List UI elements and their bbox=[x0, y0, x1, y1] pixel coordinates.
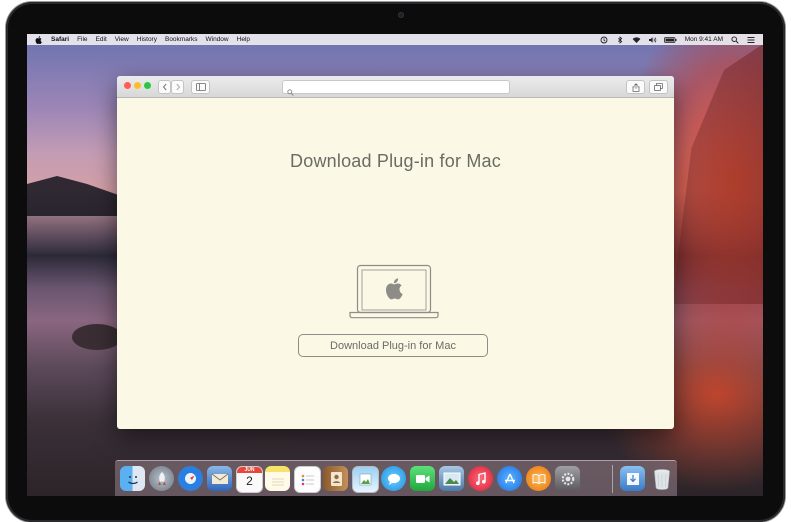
menu-bar: Safari File Edit View History Bookmarks … bbox=[27, 34, 763, 45]
itunes-icon[interactable] bbox=[468, 466, 493, 491]
menu-clock[interactable]: Mon 9:41 AM bbox=[685, 36, 723, 43]
volume-icon[interactable] bbox=[648, 36, 656, 44]
notification-center-icon[interactable] bbox=[747, 36, 755, 44]
screen: Safari File Edit View History Bookmarks … bbox=[27, 34, 763, 496]
close-window-button[interactable] bbox=[124, 82, 131, 89]
menu-window[interactable]: Window bbox=[206, 36, 229, 43]
messages-icon[interactable] bbox=[381, 466, 406, 491]
status-menus: Mon 9:41 AM bbox=[600, 35, 755, 44]
app-store-icon[interactable] bbox=[497, 466, 522, 491]
minimize-window-button[interactable] bbox=[134, 82, 141, 89]
chevron-left-icon bbox=[162, 83, 167, 91]
camera bbox=[398, 12, 404, 18]
share-button[interactable] bbox=[626, 80, 645, 94]
laptop-illustration-icon bbox=[349, 264, 439, 319]
sidebar-button[interactable] bbox=[191, 80, 210, 94]
chevron-right-icon bbox=[175, 83, 180, 91]
menu-help[interactable]: Help bbox=[237, 36, 250, 43]
photos-icon[interactable] bbox=[439, 466, 464, 491]
search-icon bbox=[287, 83, 294, 101]
mail-icon[interactable] bbox=[207, 466, 232, 491]
notes-icon[interactable] bbox=[265, 466, 290, 491]
downloads-folder-icon[interactable] bbox=[620, 466, 645, 491]
wallpaper-rock bbox=[72, 324, 122, 350]
back-button[interactable] bbox=[158, 80, 171, 94]
preview-icon[interactable] bbox=[352, 466, 379, 493]
wallpaper-shore bbox=[27, 176, 127, 216]
contacts-icon[interactable] bbox=[323, 466, 348, 491]
safari-window: Download Plug-in for Mac Download Plug-i… bbox=[117, 76, 674, 429]
bluetooth-icon[interactable] bbox=[616, 35, 624, 44]
menu-history[interactable]: History bbox=[137, 36, 157, 43]
menu-file[interactable]: File bbox=[77, 36, 87, 43]
download-plugin-button[interactable]: Download Plug-in for Mac bbox=[298, 334, 488, 357]
page-title: Download Plug-in for Mac bbox=[290, 151, 501, 171]
show-all-tabs-button[interactable] bbox=[649, 80, 668, 94]
trash-icon[interactable] bbox=[649, 466, 674, 491]
wifi-icon[interactable] bbox=[632, 36, 641, 44]
forward-button[interactable] bbox=[171, 80, 184, 94]
apple-menu-icon[interactable] bbox=[35, 35, 43, 44]
spotlight-icon[interactable] bbox=[731, 35, 739, 44]
launchpad-icon[interactable] bbox=[149, 466, 174, 491]
dock-separator bbox=[612, 465, 613, 493]
tabs-icon bbox=[654, 83, 663, 91]
safari-icon[interactable] bbox=[178, 466, 203, 491]
dock: JUN 2 bbox=[115, 460, 677, 496]
address-bar[interactable] bbox=[282, 80, 510, 96]
calendar-day: 2 bbox=[246, 474, 253, 488]
share-icon bbox=[632, 82, 639, 92]
browser-toolbar bbox=[117, 76, 674, 98]
menu-edit[interactable]: Edit bbox=[96, 36, 107, 43]
battery-icon[interactable] bbox=[663, 36, 677, 44]
menu-app-name[interactable]: Safari bbox=[51, 36, 69, 43]
fullscreen-window-button[interactable] bbox=[144, 82, 151, 89]
reminders-icon[interactable] bbox=[294, 466, 321, 493]
system-preferences-icon[interactable] bbox=[555, 466, 580, 491]
finder-icon[interactable] bbox=[120, 466, 145, 491]
facetime-icon[interactable] bbox=[410, 466, 435, 491]
menu-view[interactable]: View bbox=[115, 36, 129, 43]
ibooks-icon[interactable] bbox=[526, 466, 551, 491]
calendar-icon[interactable]: JUN 2 bbox=[236, 466, 263, 493]
sidebar-icon bbox=[195, 83, 206, 91]
menu-bookmarks[interactable]: Bookmarks bbox=[165, 36, 198, 43]
time-machine-icon[interactable] bbox=[600, 36, 608, 44]
